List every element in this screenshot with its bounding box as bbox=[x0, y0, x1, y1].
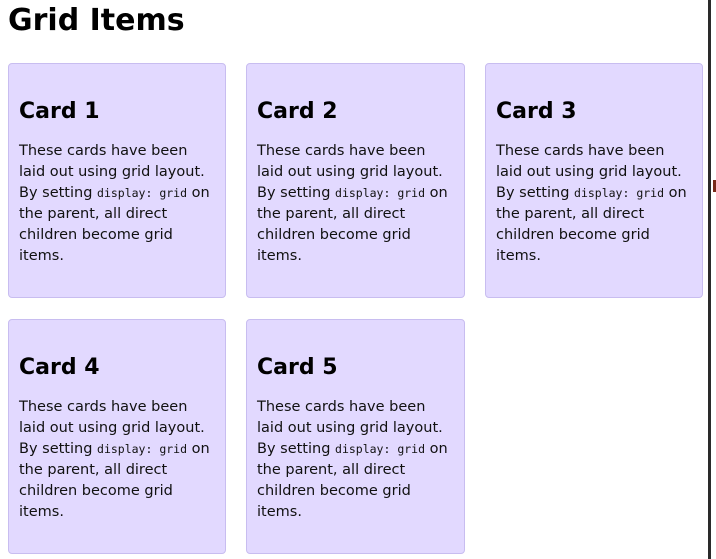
card-title: Card 1 bbox=[19, 99, 100, 124]
card-text: These cards have been laid out using gri… bbox=[19, 141, 215, 267]
card-code: display: grid bbox=[574, 186, 665, 200]
card-text: These cards have been laid out using gri… bbox=[19, 397, 215, 523]
card-grid: Card 1 These cards have been laid out us… bbox=[8, 63, 703, 554]
card-title: Card 5 bbox=[257, 355, 338, 380]
card-text: These cards have been laid out using gri… bbox=[257, 397, 454, 523]
card-4: Card 4 These cards have been laid out us… bbox=[8, 319, 226, 554]
card-2: Card 2 These cards have been laid out us… bbox=[246, 63, 465, 298]
card-title: Card 3 bbox=[496, 99, 577, 124]
card-code: display: grid bbox=[335, 186, 426, 200]
card-code: display: grid bbox=[97, 442, 188, 456]
card-title: Card 4 bbox=[19, 355, 100, 380]
card-5: Card 5 These cards have been laid out us… bbox=[246, 319, 465, 554]
card-text: These cards have been laid out using gri… bbox=[257, 141, 454, 267]
card-3: Card 3 These cards have been laid out us… bbox=[485, 63, 703, 298]
window-edge bbox=[708, 0, 711, 559]
card-text: These cards have been laid out using gri… bbox=[496, 141, 692, 267]
card-code: display: grid bbox=[97, 186, 188, 200]
card-title: Card 2 bbox=[257, 99, 338, 124]
card-code: display: grid bbox=[335, 442, 426, 456]
page-title: Grid Items bbox=[8, 3, 185, 38]
card-1: Card 1 These cards have been laid out us… bbox=[8, 63, 226, 298]
